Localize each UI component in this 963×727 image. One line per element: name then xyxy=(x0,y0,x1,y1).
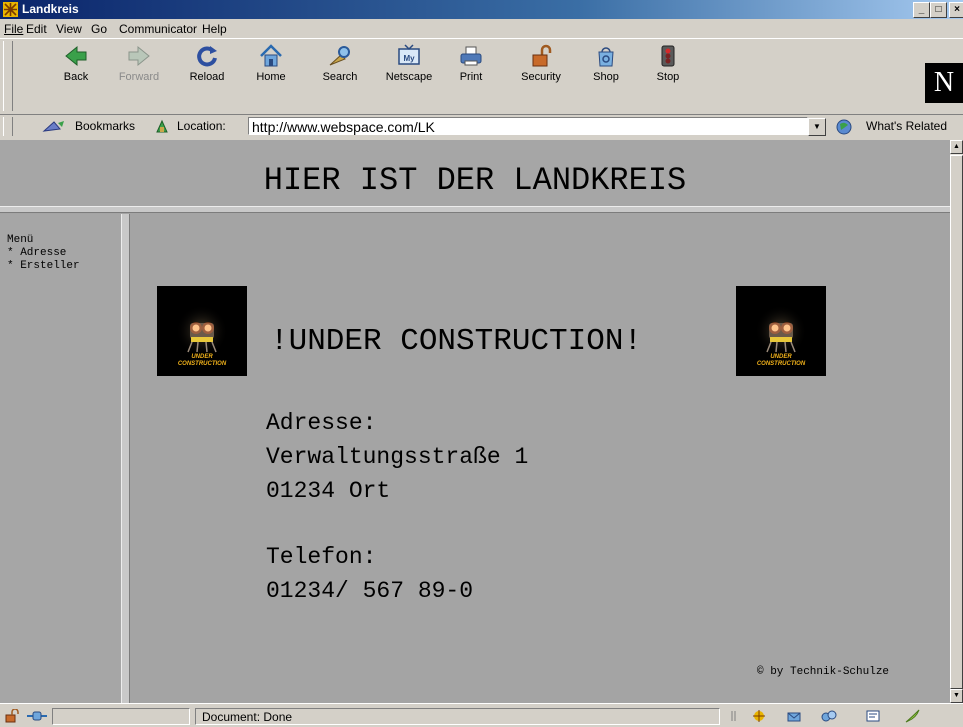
security-label: Security xyxy=(521,71,561,83)
location-page-icon xyxy=(156,119,168,133)
scroll-thumb[interactable] xyxy=(950,155,963,689)
reload-label: Reload xyxy=(189,71,225,83)
menu-help[interactable]: Help xyxy=(202,22,227,36)
back-label: Back xyxy=(63,71,89,83)
home-icon xyxy=(260,44,282,67)
home-button[interactable]: Home xyxy=(243,41,299,93)
shop-button[interactable]: Shop xyxy=(578,41,634,93)
title-bar[interactable]: Landkreis _ □ × xyxy=(0,0,963,19)
forward-label: Forward xyxy=(118,71,160,83)
browser-window: Landkreis _ □ × File Edit View Go Commun… xyxy=(0,0,963,727)
forward-button[interactable]: Forward xyxy=(111,41,167,93)
back-button[interactable]: Back xyxy=(48,41,104,93)
navigation-toolbar: Back Forward Reload Home Search My Netsc… xyxy=(0,38,963,115)
home-label: Home xyxy=(256,71,286,83)
frame-divider-vertical[interactable] xyxy=(121,214,130,703)
scroll-down-button[interactable]: ▼ xyxy=(950,689,963,703)
reload-button[interactable]: Reload xyxy=(179,41,235,93)
status-text-box xyxy=(195,708,720,725)
security-status-icon[interactable] xyxy=(4,709,22,723)
url-dropdown-button[interactable]: ▼ xyxy=(808,118,826,136)
whats-related-icon xyxy=(836,119,852,135)
component-bar-grip-icon[interactable] xyxy=(730,709,748,723)
toolbar-grip[interactable] xyxy=(3,41,13,111)
address-label: Adresse: xyxy=(266,410,377,436)
vertical-scrollbar[interactable]: ▲ ▼ xyxy=(950,140,963,703)
address-street: Verwaltungsstraße 1 xyxy=(266,444,529,470)
composer-icon[interactable] xyxy=(864,709,882,723)
url-field[interactable]: http://www.webspace.com/LK xyxy=(248,117,808,135)
window-title: Landkreis xyxy=(22,2,79,16)
feather-icon[interactable] xyxy=(904,709,922,723)
netscape-logo[interactable]: N xyxy=(925,63,963,103)
menu-communicator[interactable]: Communicator xyxy=(119,22,197,36)
location-label: Location: xyxy=(177,119,226,133)
address-city: 01234 Ort xyxy=(266,478,391,504)
menu-link-ersteller[interactable]: * Ersteller xyxy=(7,260,80,273)
menu-link-adresse[interactable]: * Adresse xyxy=(7,247,66,260)
menu-bar: File Edit View Go Communicator Help xyxy=(0,19,963,38)
whats-related-button[interactable]: What's Related xyxy=(866,119,947,133)
menu-frame: Menü * Adresse * Ersteller xyxy=(0,214,121,703)
menu-edit[interactable]: Edit xyxy=(26,22,47,36)
close-button[interactable]: × xyxy=(949,2,963,18)
print-label: Print xyxy=(459,71,483,83)
shop-icon xyxy=(598,47,614,67)
menu-go[interactable]: Go xyxy=(91,22,107,36)
shop-label: Shop xyxy=(593,71,619,83)
progress-bar xyxy=(52,708,190,725)
under-construction-image-left: UNDER CONSTRUCTION xyxy=(157,286,247,376)
location-grip[interactable] xyxy=(3,117,13,136)
menu-file[interactable]: File xyxy=(4,22,23,36)
scroll-up-button[interactable]: ▲ xyxy=(950,140,963,154)
security-button[interactable]: Security xyxy=(513,41,569,93)
stop-icon xyxy=(661,45,675,67)
header-frame: HIER IST DER LANDKREIS xyxy=(0,140,950,206)
under-construction-caption-right: UNDER CONSTRUCTION xyxy=(756,354,806,367)
frame-divider-horizontal[interactable] xyxy=(0,206,950,213)
netscape-icon: My xyxy=(398,44,420,65)
reload-icon xyxy=(197,46,217,67)
newsgroups-icon[interactable] xyxy=(820,709,838,723)
phone-label: Telefon: xyxy=(266,544,377,570)
forward-arrow-icon xyxy=(128,45,150,67)
search-button[interactable]: Search xyxy=(312,41,368,93)
location-toolbar: Bookmarks Location: http://www.webspace.… xyxy=(0,114,963,139)
bookmarks-button[interactable]: Bookmarks xyxy=(75,119,135,133)
phone-number: 01234/ 567 89-0 xyxy=(266,578,474,604)
minimize-button[interactable]: _ xyxy=(913,2,930,18)
under-construction-image-right: UNDER CONSTRUCTION xyxy=(736,286,826,376)
menu-view[interactable]: View xyxy=(56,22,82,36)
security-lock-icon xyxy=(532,44,552,67)
print-icon xyxy=(460,46,482,66)
stop-label: Stop xyxy=(656,71,680,83)
status-bar: Document: Done xyxy=(0,703,963,727)
navigator-icon[interactable] xyxy=(750,709,768,723)
menu-title: Menü xyxy=(7,234,34,246)
under-construction-headline: !UNDER CONSTRUCTION! xyxy=(270,324,643,359)
netscape-label: Netscape xyxy=(385,71,433,83)
search-label: Search xyxy=(322,71,358,83)
connection-status-icon xyxy=(27,711,47,721)
stop-button[interactable]: Stop xyxy=(640,41,696,93)
netscape-button[interactable]: My Netscape xyxy=(381,41,437,93)
maximize-button[interactable]: □ xyxy=(930,2,947,18)
page-content: HIER IST DER LANDKREIS Menü * Adresse * … xyxy=(0,140,950,703)
search-icon xyxy=(329,46,350,66)
bookmarks-icon xyxy=(42,121,64,132)
svg-text:My: My xyxy=(403,54,415,63)
page-header: HIER IST DER LANDKREIS xyxy=(263,162,687,199)
copyright-text: © by Technik-Schulze xyxy=(757,666,890,678)
back-arrow-icon xyxy=(65,45,87,67)
print-button[interactable]: Print xyxy=(443,41,499,93)
netscape-app-icon xyxy=(3,2,18,17)
under-construction-caption-left: UNDER CONSTRUCTION xyxy=(177,354,227,367)
mail-icon[interactable] xyxy=(786,709,804,723)
